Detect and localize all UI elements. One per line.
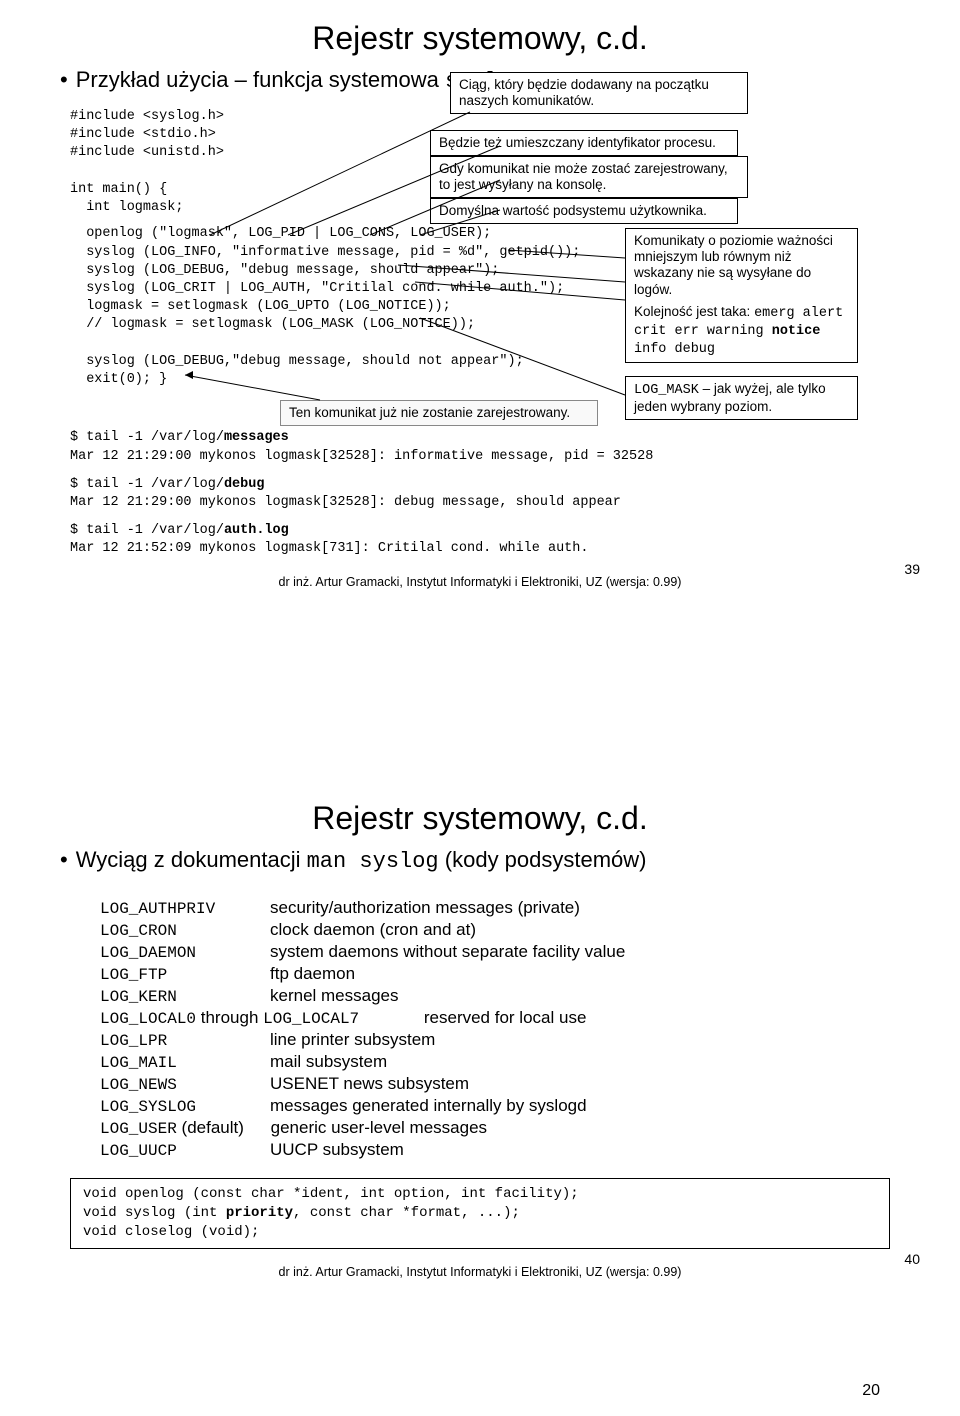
fac-desc: ftp daemon [270, 964, 355, 983]
callout-user: Domyślna wartość podsystemu użytkownika. [430, 198, 738, 224]
bullet-dot: • [60, 847, 68, 872]
user-desc: generic user-level messages [271, 1118, 487, 1137]
callout-priority-a: Komunikaty o poziomie ważności mniejszym… [634, 233, 849, 298]
slide1-footer: dr inż. Artur Gramacki, Instytut Informa… [40, 575, 920, 589]
local-desc: reserved for local use [424, 1008, 587, 1027]
facility-row: LOG_SYSLOGmessages generated internally … [100, 1096, 920, 1116]
callout-priority-b: Kolejność jest taka: emerg alert crit er… [634, 304, 849, 359]
bullet-dot: • [60, 67, 68, 92]
fac-desc: USENET news subsystem [270, 1074, 469, 1093]
callout-mask-a: LOG_MASK [634, 383, 699, 398]
uucp-desc: UUCP subsystem [270, 1140, 404, 1159]
facility-row: LOG_CRONclock daemon (cron and at) [100, 920, 920, 940]
fac-desc: security/authorization messages (private… [270, 898, 580, 917]
fac-desc: line printer subsystem [270, 1030, 435, 1049]
facility-row: LOG_DAEMONsystem daemons without separat… [100, 942, 920, 962]
proto-box: void openlog (const char *ident, int opt… [70, 1178, 890, 1249]
subpage-number: 20 [0, 1382, 880, 1400]
facility-row: LOG_AUTHPRIVsecurity/authorization messa… [100, 898, 920, 918]
slide2-title: Rejestr systemowy, c.d. [40, 800, 920, 837]
code-tail-messages: $ tail -1 /var/log/messages Mar 12 21:29… [70, 429, 920, 465]
callout-ident: Będzie też umieszczany identyfikator pro… [430, 130, 738, 156]
fac-desc: clock daemon (cron and at) [270, 920, 476, 939]
fac-desc: system daemons without separate facility… [270, 942, 625, 961]
slide-1: Rejestr systemowy, c.d. • Przykład użycia… [0, 0, 960, 660]
facility-row-user: LOG_USER (default) generic user-level me… [100, 1118, 920, 1138]
facility-row: LOG_MAILmail subsystem [100, 1052, 920, 1072]
local-mid: through [196, 1008, 263, 1027]
slide2-pagenum: 40 [904, 1251, 920, 1267]
bullet-suffix: (kody podsystemów) [445, 847, 647, 872]
user-mid: (default) [177, 1118, 244, 1137]
bullet-text: Przykład użycia – funkcja systemowa [76, 67, 439, 92]
footer-text: dr inż. Artur Gramacki, Instytut Informa… [279, 1265, 682, 1279]
callout-mask: LOG_MASK – jak wyżej, ale tylko jeden wy… [625, 376, 858, 420]
code-tail-debug: $ tail -1 /var/log/debug Mar 12 21:29:00… [70, 476, 920, 512]
callout-priority-b1: Kolejność jest taka: [634, 304, 750, 319]
slide1-title: Rejestr systemowy, c.d. [40, 20, 920, 57]
facility-row: LOG_FTPftp daemon [100, 964, 920, 984]
facility-row: LOG_KERNkernel messages [100, 986, 920, 1006]
facility-list: LOG_AUTHPRIVsecurity/authorization messa… [100, 898, 920, 1160]
fac-desc: mail subsystem [270, 1052, 387, 1071]
bullet-text: Wyciąg z dokumentacji [76, 847, 301, 872]
facility-row-uucp: LOG_UUCPUUCP subsystem [100, 1140, 920, 1160]
bullet-code: man syslog [307, 849, 439, 874]
callout-top: Ciąg, który będzie dodawany na początku … [450, 72, 748, 114]
facility-row: LOG_LPRline printer subsystem [100, 1030, 920, 1050]
callout-notreg: Ten komunikat już nie zostanie zarejestr… [280, 400, 598, 426]
callout-priority: Komunikaty o poziomie ważności mniejszym… [625, 228, 858, 363]
slide2-footer: dr inż. Artur Gramacki, Instytut Informa… [40, 1265, 920, 1279]
code-tail-auth: $ tail -1 /var/log/auth.log Mar 12 21:52… [70, 522, 920, 558]
fac-desc: kernel messages [270, 986, 399, 1005]
slide-2: Rejestr systemowy, c.d. • Wyciąg z dokume… [0, 780, 960, 1380]
fac-desc: messages generated internally by syslogd [270, 1096, 587, 1115]
callout-cons: Gdy komunikat nie może zostać zarejestro… [430, 156, 748, 198]
facility-row-local: LOG_LOCAL0 through LOG_LOCAL7 reserved f… [100, 1008, 920, 1028]
facility-row: LOG_NEWSUSENET news subsystem [100, 1074, 920, 1094]
slide2-bullet: • Wyciąg z dokumentacji man syslog (kody … [60, 847, 920, 874]
footer-text: dr inż. Artur Gramacki, Instytut Informa… [279, 575, 682, 589]
slide1-pagenum: 39 [904, 561, 920, 577]
